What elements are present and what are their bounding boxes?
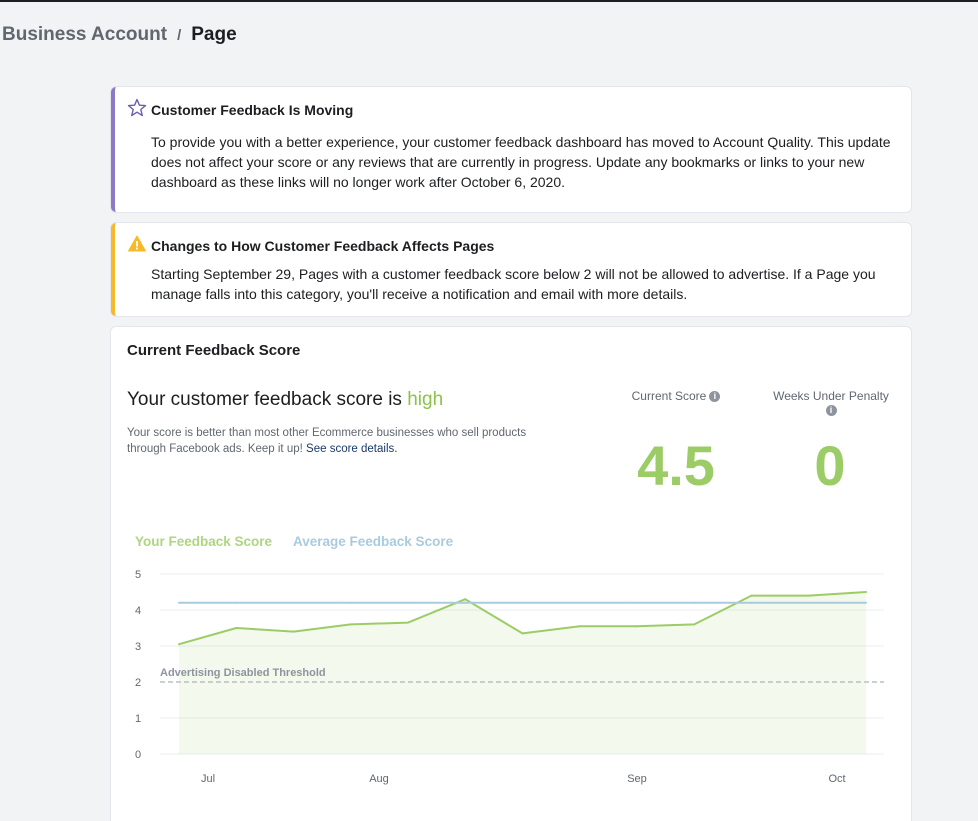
data-point-your-score xyxy=(865,591,867,593)
card-title: Current Feedback Score xyxy=(127,342,301,359)
data-point-your-score xyxy=(750,594,753,597)
data-point-your-score xyxy=(349,623,352,626)
notice-feedback-changes: Changes to How Customer Feedback Affects… xyxy=(111,223,911,316)
warning-icon xyxy=(127,234,147,254)
x-tick-label: Jul xyxy=(201,773,215,785)
current-score-value: 4.5 xyxy=(637,434,715,497)
notice-title: Changes to How Customer Feedback Affects… xyxy=(151,238,495,254)
y-tick-label: 1 xyxy=(135,713,141,725)
data-point-your-score xyxy=(235,627,238,629)
score-headline: Your customer feedback score is high xyxy=(127,389,443,411)
data-point-average-score xyxy=(750,601,753,604)
notice-feedback-moving: Customer Feedback Is Moving To provide y… xyxy=(111,87,911,212)
data-point-average-score xyxy=(464,601,467,604)
data-point-your-score xyxy=(521,632,524,635)
breadcrumb-separator: / xyxy=(177,27,182,44)
score-description: Your score is better than most other Eco… xyxy=(127,425,567,457)
notice-body: To provide you with a better experience,… xyxy=(151,134,891,190)
data-point-average-score xyxy=(578,601,581,604)
data-point-average-score xyxy=(693,601,696,604)
breadcrumb: Business Account / Page xyxy=(2,24,237,46)
window-top-border xyxy=(0,0,978,2)
feedback-score-chart: 0 1 2 3 4 5 Advertising Disabled Threshold Ju… xyxy=(135,569,884,785)
info-icon[interactable]: i xyxy=(825,405,837,416)
legend-your-feedback-score[interactable]: Your Feedback Score xyxy=(135,534,272,549)
score-headline-text: Your customer feedback score is xyxy=(127,389,402,410)
see-score-details-link[interactable]: See score details. xyxy=(306,443,397,455)
data-point-average-score xyxy=(407,601,409,604)
threshold-label: Advertising Disabled Threshold xyxy=(160,667,326,679)
current-score-label: Current Score i xyxy=(631,389,721,403)
current-score-label-text: Current Score xyxy=(631,389,707,403)
notice-body: Starting September 29, Pages with a cust… xyxy=(151,266,876,302)
data-point-your-score xyxy=(807,594,810,597)
data-point-average-score xyxy=(235,601,238,604)
x-tick-label: Oct xyxy=(828,773,845,785)
data-point-average-score xyxy=(807,601,810,604)
data-point-average-score xyxy=(178,601,180,604)
data-point-average-score xyxy=(865,601,867,604)
info-icon[interactable]: i xyxy=(709,391,721,402)
data-point-average-score xyxy=(292,601,295,604)
data-point-your-score xyxy=(292,630,295,633)
y-tick-label: 2 xyxy=(135,677,141,689)
weeks-under-penalty-value: 0 xyxy=(814,434,846,497)
notice-title: Customer Feedback Is Moving xyxy=(151,102,354,118)
y-tick-label: 0 xyxy=(135,749,141,761)
star-icon xyxy=(127,98,147,118)
data-point-your-score xyxy=(464,598,467,601)
legend-average-feedback-score[interactable]: Average Feedback Score xyxy=(293,534,453,549)
data-point-average-score xyxy=(521,601,524,604)
score-level: high xyxy=(407,389,444,410)
breadcrumb-business-account[interactable]: Business Account xyxy=(2,24,167,46)
data-point-your-score xyxy=(578,625,581,628)
data-point-your-score xyxy=(693,623,696,626)
data-point-your-score xyxy=(407,621,409,624)
y-tick-label: 5 xyxy=(135,569,141,581)
y-tick-label: 4 xyxy=(135,605,141,617)
current-feedback-score-card: Current Feedback Score Your customer fee… xyxy=(111,327,911,821)
x-tick-label: Aug xyxy=(369,773,389,785)
breadcrumb-page: Page xyxy=(191,24,237,45)
x-tick-label: Sep xyxy=(627,773,647,785)
y-tick-label: 3 xyxy=(135,641,141,653)
weeks-under-penalty-label-text: Weeks Under Penalty xyxy=(773,389,889,403)
data-point-your-score xyxy=(636,625,638,628)
data-point-average-score xyxy=(349,601,352,604)
data-point-your-score xyxy=(178,643,180,646)
data-point-average-score xyxy=(636,601,638,604)
weeks-under-penalty-label: Weeks Under Penalty i xyxy=(766,389,896,417)
